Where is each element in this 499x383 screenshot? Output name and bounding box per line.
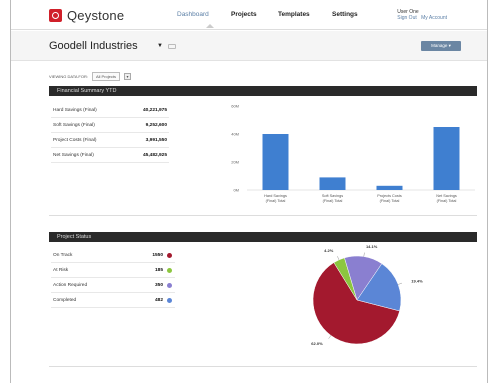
- table-row: Net Savings (Final) 45,482,925: [51, 149, 169, 163]
- app-name: Qeystone: [67, 8, 125, 23]
- row-label: Hard Savings (Final): [53, 108, 97, 113]
- status-count: 1550: [152, 253, 163, 258]
- app-frame: Qeystone Dashboard Projects Templates Se…: [10, 0, 488, 383]
- row-label: Project Costs (Final): [53, 138, 97, 143]
- table-row: Project Costs (Final) 3,991,550: [51, 134, 169, 148]
- edit-company-icon[interactable]: [168, 44, 176, 49]
- status-color-dot: [167, 283, 172, 288]
- y-tick-label: 40M: [231, 132, 239, 137]
- row-value: 9,252,600: [145, 123, 167, 128]
- status-color-dot: [167, 268, 172, 273]
- nav-dashboard[interactable]: Dashboard: [177, 11, 209, 18]
- row-value: 45,482,925: [142, 153, 167, 158]
- company-title[interactable]: Goodell Industries: [49, 40, 138, 52]
- nav-templates[interactable]: Templates: [278, 11, 310, 18]
- bar: [319, 177, 346, 190]
- table-row: Hard Savings (Final) 40,221,975: [51, 104, 169, 118]
- status-label: At Risk: [53, 268, 69, 273]
- filter-dropdown-button[interactable]: ▾: [123, 73, 131, 80]
- x-tick-label: Hard Savings: [264, 194, 287, 198]
- manage-button[interactable]: Manage ▾: [421, 41, 461, 51]
- project-status-panel: Project Status On Track 1550 At Risk 185…: [49, 232, 477, 367]
- status-color-dot: [167, 253, 172, 258]
- status-label: Completed: [53, 298, 77, 303]
- pie-leader-line: [328, 335, 332, 339]
- list-item: Action Required 350: [51, 278, 175, 293]
- list-item: Completed 482: [51, 293, 175, 308]
- table-row: Soft Savings (Final) 9,252,600: [51, 119, 169, 133]
- row-label: Soft Savings (Final): [53, 123, 95, 128]
- row-value: 40,221,975: [142, 108, 167, 113]
- pie-data-label: 62.0%: [311, 341, 323, 346]
- page-header: Goodell Industries ▼ Manage ▾: [11, 31, 487, 61]
- pie-leader-line: [398, 282, 402, 285]
- x-tick-label: (Final) Total: [380, 199, 400, 203]
- nav-settings[interactable]: Settings: [332, 11, 358, 18]
- x-tick-label: Net Savings: [436, 194, 457, 198]
- my-account-link[interactable]: My Account: [421, 15, 447, 21]
- row-value: 3,991,550: [145, 138, 167, 143]
- nav-projects[interactable]: Projects: [231, 11, 257, 18]
- pie-data-label: 4.2%: [324, 248, 334, 253]
- pie-data-label: 14.1%: [366, 244, 378, 249]
- row-label: Net Savings (Final): [53, 153, 94, 158]
- financial-summary-panel: Financial Summary YTD Hard Savings (Fina…: [49, 86, 477, 216]
- pie-data-label: 19.4%: [411, 278, 423, 283]
- status-label: Action Required: [53, 283, 88, 288]
- x-tick-label: Projects Costs: [377, 194, 402, 198]
- top-navigation-bar: Qeystone Dashboard Projects Templates Se…: [11, 0, 487, 30]
- list-item: At Risk 185: [51, 263, 175, 278]
- viewing-label: VIEWING DATA FOR:: [49, 74, 88, 79]
- bar: [376, 185, 403, 190]
- x-tick-label: (Final) Total: [437, 199, 457, 203]
- viewing-filter: VIEWING DATA FOR: All Projects ▾: [49, 72, 131, 81]
- project-filter-select[interactable]: All Projects: [91, 72, 120, 81]
- status-count: 350: [154, 283, 163, 288]
- y-tick-label: 20M: [231, 160, 239, 165]
- bar: [262, 134, 289, 190]
- x-tick-label: Soft Savings: [322, 194, 343, 198]
- active-nav-indicator: [206, 24, 214, 28]
- financial-summary-title: Financial Summary YTD: [49, 86, 477, 96]
- y-tick-label: 0M: [233, 188, 239, 193]
- x-tick-label: (Final) Total: [266, 199, 286, 203]
- list-item: On Track 1550: [51, 248, 175, 263]
- status-color-dot: [167, 298, 172, 303]
- project-status-title: Project Status: [49, 232, 477, 242]
- pie-leader-line: [363, 252, 365, 257]
- bar: [433, 127, 460, 190]
- status-count: 185: [154, 268, 163, 273]
- pie-leader-line: [337, 256, 340, 260]
- app-logo[interactable]: Qeystone: [49, 8, 124, 23]
- x-tick-label: (Final) Total: [323, 199, 343, 203]
- financial-bar-chart: 60M40M20M0MHard Savings(Final) TotalSoft…: [231, 104, 475, 203]
- y-tick-label: 60M: [231, 104, 239, 109]
- qeystone-logo-icon: [49, 9, 62, 22]
- sign-out-link[interactable]: Sign Out: [397, 15, 416, 21]
- status-label: On Track: [53, 253, 73, 258]
- project-status-pie-chart: 62.0% 4.2% 14.1% 19.4%: [311, 244, 423, 346]
- company-dropdown-icon[interactable]: ▼: [157, 43, 163, 49]
- status-count: 482: [154, 298, 163, 303]
- user-menu: User One Sign Out My Account: [397, 9, 447, 21]
